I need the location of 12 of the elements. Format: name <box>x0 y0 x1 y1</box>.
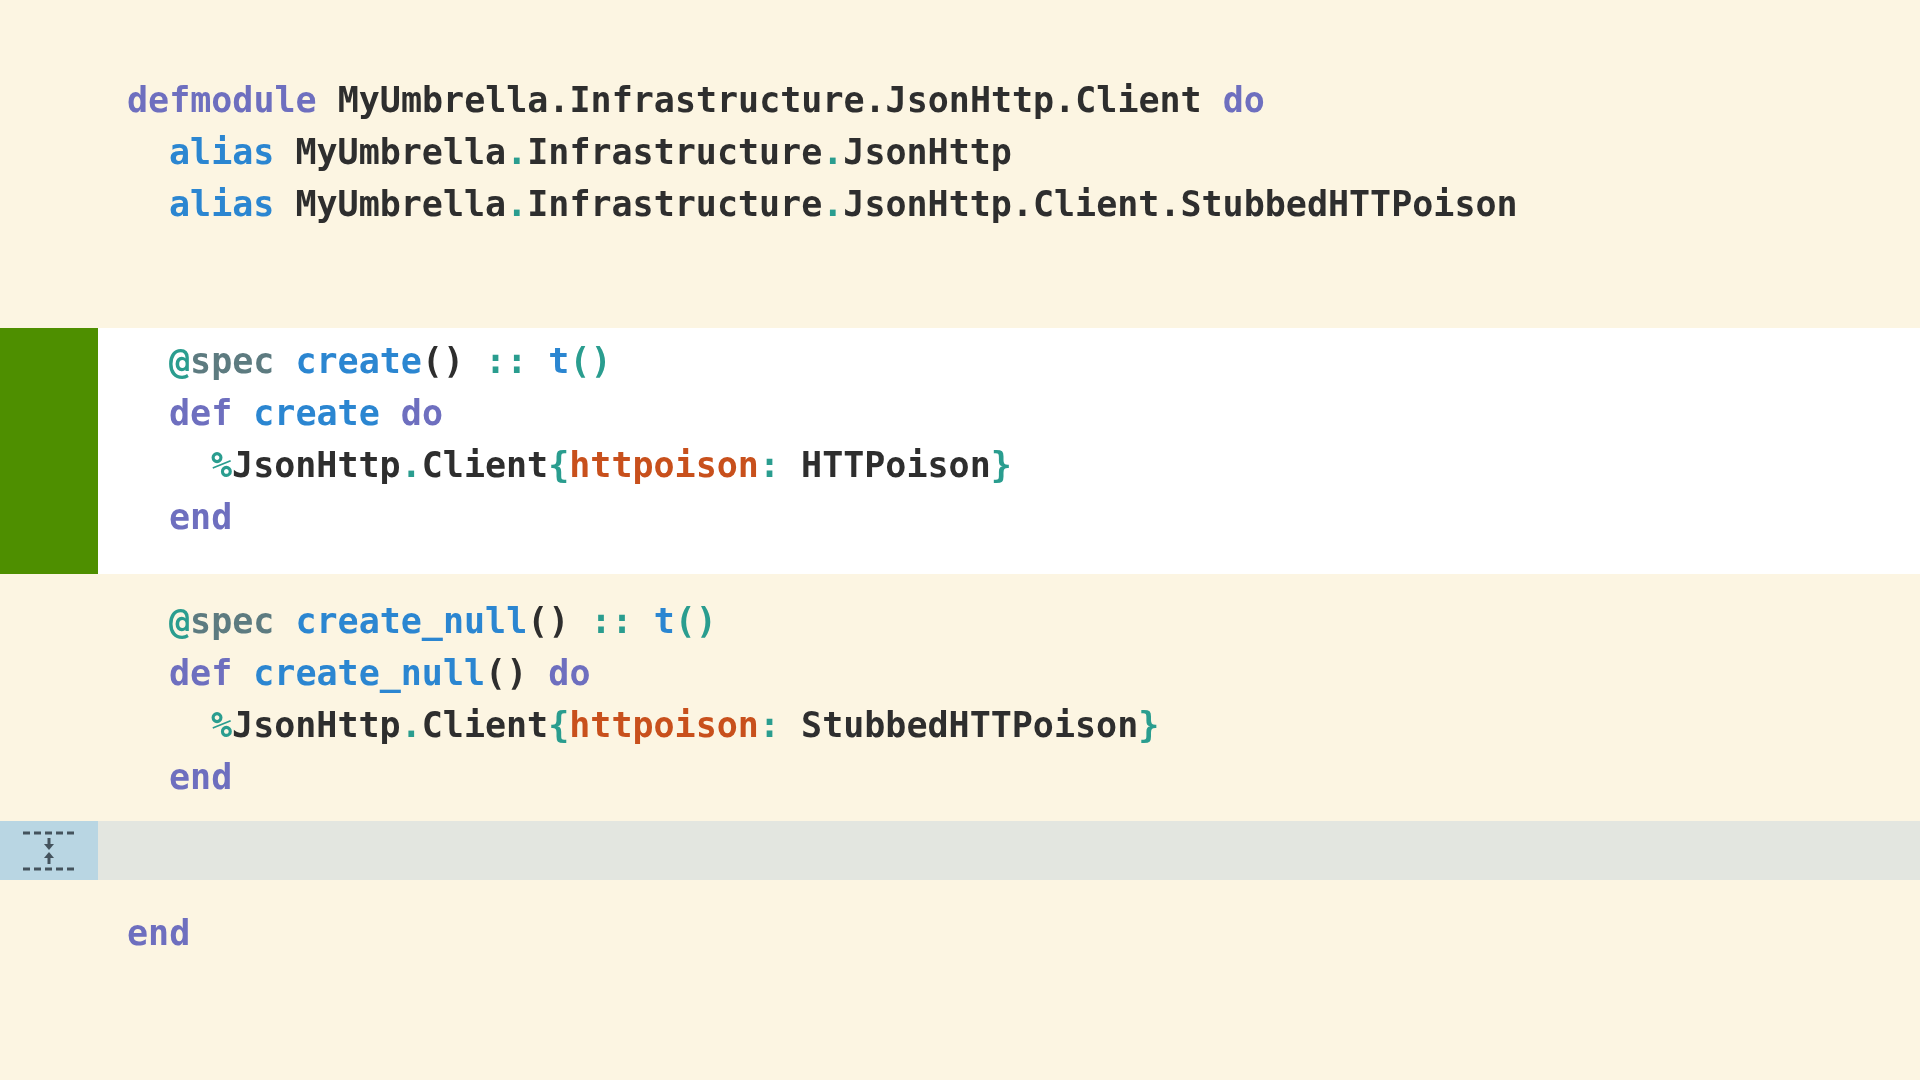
code-line: alias MyUmbrella.Infrastructure.JsonHttp <box>169 131 1013 174</box>
code-line: def create do <box>169 392 444 435</box>
code-line: @spec create_null() :: t() <box>169 600 718 643</box>
code-line: def create_null() do <box>169 652 592 695</box>
code-line: end <box>169 496 234 539</box>
code-line: defmodule MyUmbrella.Infrastructure.JsonHttp.Client do <box>127 79 1266 122</box>
code-line: end <box>127 912 191 955</box>
code-line: alias MyUmbrella.Infrastructure.JsonHttp.Client.StubbedHTTPoison <box>169 183 1518 226</box>
code-line: @spec create() :: t() <box>169 340 613 383</box>
code-line: %JsonHttp.Client{httpoison: StubbedHTTPoison} <box>211 704 1160 747</box>
code-line: %JsonHttp.Client{httpoison: HTTPoison} <box>211 444 1012 487</box>
code-line: end <box>169 756 234 799</box>
